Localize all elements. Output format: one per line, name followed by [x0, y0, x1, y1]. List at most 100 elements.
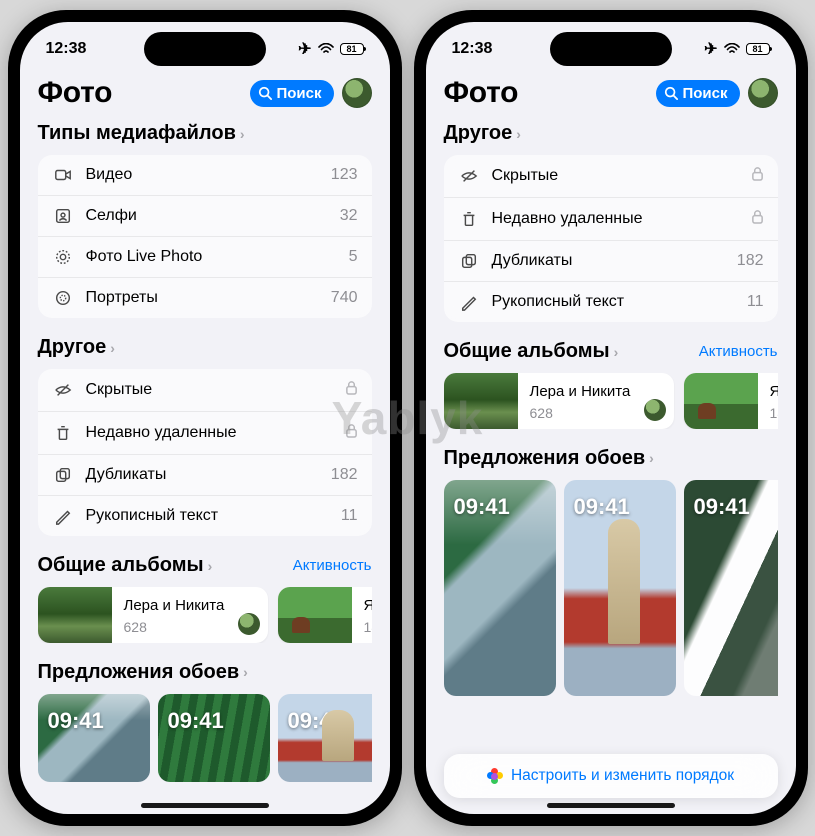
lock-icon	[345, 423, 358, 443]
wallpapers-strip[interactable]: 09:41 09:41 09:41	[38, 694, 372, 782]
row-video[interactable]: Видео 123	[38, 155, 372, 196]
search-label: Поиск	[682, 85, 727, 102]
status-time: 12:38	[452, 40, 493, 58]
wallpapers-strip[interactable]: 09:41 09:41 09:41	[444, 480, 778, 696]
shared-by-avatar	[644, 399, 666, 421]
scroll-content[interactable]: Другое› Скрытые Недавно удаленные Дублик…	[426, 122, 796, 786]
customize-bar: Настроить и изменить порядок	[444, 754, 778, 798]
home-indicator	[141, 803, 269, 808]
wallpaper-tile[interactable]: 09:41	[38, 694, 150, 782]
shared-albums-header: Общие альбомы› Активность	[444, 340, 778, 363]
album-thumbnail	[278, 587, 352, 643]
profile-avatar[interactable]	[748, 78, 778, 108]
other-header[interactable]: Другое›	[38, 336, 372, 359]
dynamic-island	[550, 32, 672, 66]
pencil-icon	[458, 293, 480, 311]
album-thumbnail	[38, 587, 112, 643]
album-thumbnail	[684, 373, 758, 429]
album-card[interactable]: Яблык 18	[684, 373, 778, 429]
chevron-right-icon: ›	[110, 340, 115, 356]
activity-link[interactable]: Активность	[293, 557, 372, 574]
shared-albums-header: Общие альбомы› Активность	[38, 554, 372, 577]
wifi-icon	[724, 43, 740, 55]
media-types-header[interactable]: Типы медиафайлов›	[38, 122, 372, 145]
search-button[interactable]: Поиск	[250, 80, 333, 107]
row-handwriting[interactable]: Рукописный текст 11	[444, 282, 778, 322]
lock-icon	[751, 166, 764, 186]
title-row: Фото Поиск	[426, 76, 796, 120]
eye-slash-icon	[52, 381, 74, 399]
activity-link[interactable]: Активность	[699, 343, 778, 360]
row-duplicates[interactable]: Дубликаты 182	[38, 455, 372, 496]
chevron-right-icon: ›	[240, 126, 245, 142]
title-row: Фото Поиск	[20, 76, 390, 120]
lock-icon	[751, 209, 764, 229]
video-icon	[52, 166, 74, 184]
customize-button[interactable]: Настроить и изменить порядок	[457, 767, 765, 785]
album-card[interactable]: Лера и Никита 628	[38, 587, 268, 643]
other-card: Скрытые Недавно удаленные Дубликаты 182 …	[444, 155, 778, 322]
trash-icon	[52, 424, 74, 442]
page-title: Фото	[444, 76, 519, 110]
scroll-content[interactable]: Типы медиафайлов› Видео 123 Селфи 32 Фот…	[20, 122, 390, 814]
media-types-card: Видео 123 Селфи 32 Фото Live Photo 5 Пор…	[38, 155, 372, 318]
wallpaper-tile[interactable]: 09:41	[444, 480, 556, 696]
home-indicator	[547, 803, 675, 808]
wallpaper-tile[interactable]: 09:41	[278, 694, 372, 782]
other-header[interactable]: Другое›	[444, 122, 778, 145]
row-hidden[interactable]: Скрытые	[38, 369, 372, 412]
pencil-icon	[52, 507, 74, 525]
screen-left: 12:38 ✈︎ 81 Фото Поиск Типы медиафайлов›	[20, 22, 390, 814]
battery-icon: 81	[340, 43, 364, 55]
search-button[interactable]: Поиск	[656, 80, 739, 107]
chevron-right-icon: ›	[243, 664, 248, 680]
wallpaper-tile[interactable]: 09:41	[564, 480, 676, 696]
battery-icon: 81	[746, 43, 770, 55]
shared-by-avatar	[238, 613, 260, 635]
phone-left: 12:38 ✈︎ 81 Фото Поиск Типы медиафайлов›	[8, 10, 402, 826]
shared-albums-strip[interactable]: Лера и Никита 628 Яблык 18	[38, 587, 372, 643]
wallpaper-tile[interactable]: 09:41	[158, 694, 270, 782]
trash-icon	[458, 210, 480, 228]
row-recently-deleted[interactable]: Недавно удаленные	[38, 412, 372, 455]
album-card[interactable]: Лера и Никита 628	[444, 373, 674, 429]
dynamic-island	[144, 32, 266, 66]
screen-right: 12:38 ✈︎ 81 Фото Поиск Другое›	[426, 22, 796, 814]
row-recently-deleted[interactable]: Недавно удаленные	[444, 198, 778, 241]
search-icon	[258, 86, 272, 100]
row-livephoto[interactable]: Фото Live Photo 5	[38, 237, 372, 278]
airplane-icon: ✈︎	[298, 39, 311, 59]
wallpaper-tile[interactable]: 09:41	[684, 480, 778, 696]
row-selfie[interactable]: Селфи 32	[38, 196, 372, 237]
row-duplicates[interactable]: Дубликаты 182	[444, 241, 778, 282]
status-time: 12:38	[46, 40, 87, 58]
row-portraits[interactable]: Портреты 740	[38, 278, 372, 318]
livephoto-icon	[52, 248, 74, 266]
row-hidden[interactable]: Скрытые	[444, 155, 778, 198]
portrait-icon	[52, 289, 74, 307]
chevron-right-icon: ›	[516, 126, 521, 142]
search-icon	[664, 86, 678, 100]
phone-right: 12:38 ✈︎ 81 Фото Поиск Другое›	[414, 10, 808, 826]
selfie-icon	[52, 207, 74, 225]
search-label: Поиск	[276, 85, 321, 102]
shared-albums-strip[interactable]: Лера и Никита 628 Яблык 18	[444, 373, 778, 429]
duplicate-icon	[52, 466, 74, 484]
album-thumbnail	[444, 373, 518, 429]
wallpapers-header[interactable]: Предложения обоев›	[444, 447, 778, 470]
wifi-icon	[318, 43, 334, 55]
wallpapers-header[interactable]: Предложения обоев›	[38, 661, 372, 684]
row-handwriting[interactable]: Рукописный текст 11	[38, 496, 372, 536]
album-card[interactable]: Яблык 18	[278, 587, 372, 643]
chevron-right-icon: ›	[614, 344, 619, 360]
lock-icon	[345, 380, 358, 400]
photos-flower-icon	[487, 768, 503, 784]
duplicate-icon	[458, 252, 480, 270]
other-card: Скрытые Недавно удаленные Дубликаты 182 …	[38, 369, 372, 536]
airplane-icon: ✈︎	[704, 39, 717, 59]
eye-slash-icon	[458, 167, 480, 185]
page-title: Фото	[38, 76, 113, 110]
status-icons: ✈︎ 81	[704, 39, 769, 59]
chevron-right-icon: ›	[208, 558, 213, 574]
profile-avatar[interactable]	[342, 78, 372, 108]
